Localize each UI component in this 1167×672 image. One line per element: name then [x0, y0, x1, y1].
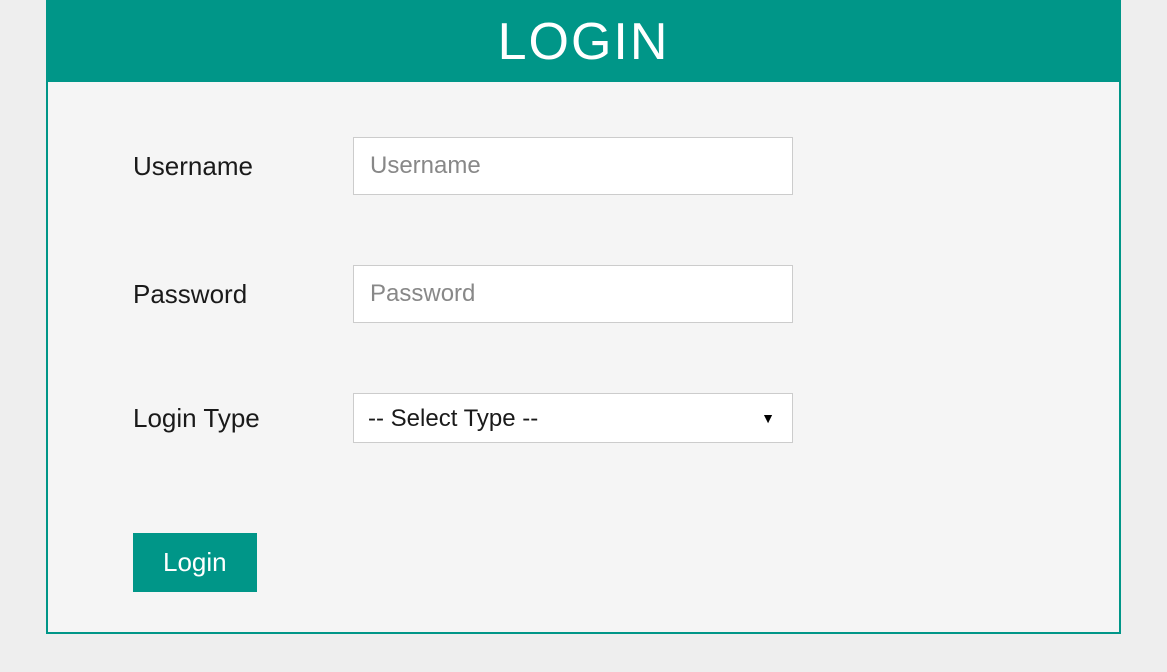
- username-input[interactable]: [353, 137, 793, 195]
- username-label: Username: [133, 151, 353, 182]
- password-row: Password: [133, 265, 1034, 323]
- login-header: LOGIN: [48, 2, 1119, 82]
- login-type-select-wrapper: -- Select Type -- ▼: [353, 393, 793, 443]
- login-type-row: Login Type -- Select Type -- ▼: [133, 393, 1034, 443]
- login-type-label: Login Type: [133, 403, 353, 434]
- login-type-select[interactable]: -- Select Type --: [353, 393, 793, 443]
- login-panel: LOGIN Username Password Login Type -- Se…: [46, 0, 1121, 634]
- username-row: Username: [133, 137, 1034, 195]
- password-label: Password: [133, 279, 353, 310]
- login-body: Username Password Login Type -- Select T…: [48, 82, 1119, 632]
- password-input[interactable]: [353, 265, 793, 323]
- login-button[interactable]: Login: [133, 533, 257, 592]
